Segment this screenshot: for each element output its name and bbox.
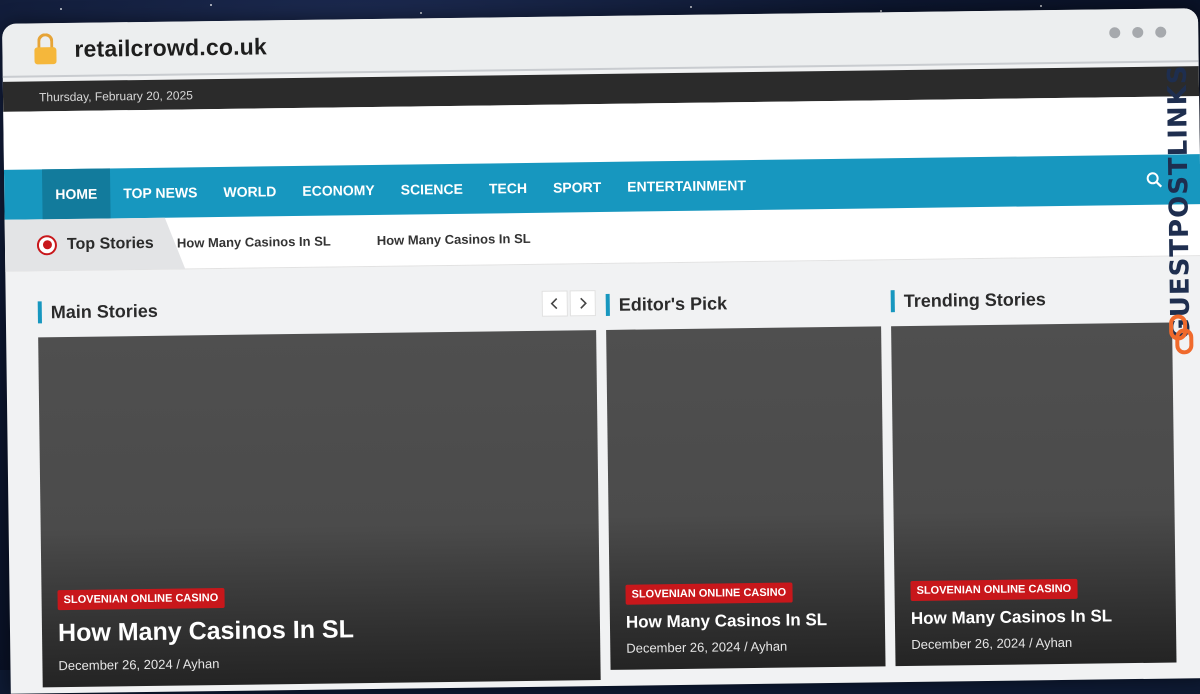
story-title[interactable]: How Many Casinos In SL — [626, 609, 873, 633]
main-stories-column: Main Stories SLOVENIAN ONLINE CASINO How… — [38, 292, 601, 687]
ticker-header: Top Stories — [5, 217, 186, 271]
chevron-left-icon[interactable] — [542, 290, 568, 316]
stories-content: Main Stories SLOVENIAN ONLINE CASINO How… — [5, 256, 1200, 688]
story-card[interactable]: SLOVENIAN ONLINE CASINO How Many Casinos… — [606, 326, 885, 670]
story-author[interactable]: Ayhan — [183, 656, 220, 671]
story-author[interactable]: Ayhan — [1035, 635, 1072, 650]
watermark-text: GUESTPOSTLINKS — [1163, 64, 1197, 340]
ticker-track: How Many Casinos In SL How Many Casinos … — [177, 230, 577, 250]
search-icon[interactable] — [1146, 172, 1162, 188]
story-meta: December 26, 2024 / Ayhan — [911, 634, 1164, 652]
guestpostlinks-watermark: GUESTPOSTLINKS — [1161, 64, 1199, 364]
story-title[interactable]: How Many Casinos In SL — [911, 605, 1164, 629]
story-card-info: SLOVENIAN ONLINE CASINO How Many Casinos… — [910, 577, 1164, 652]
current-date: Thursday, February 20, 2025 — [39, 88, 193, 104]
window-dot-icon[interactable] — [1155, 27, 1166, 38]
nav-item-top-news[interactable]: TOP NEWS — [110, 167, 211, 218]
story-card-info: SLOVENIAN ONLINE CASINO How Many Casinos… — [57, 583, 588, 673]
story-card[interactable]: SLOVENIAN ONLINE CASINO How Many Casinos… — [38, 330, 601, 687]
nav-item-world[interactable]: WORLD — [210, 166, 290, 217]
story-meta: December 26, 2024 / Ayhan — [626, 637, 873, 655]
story-card[interactable]: SLOVENIAN ONLINE CASINO How Many Casinos… — [891, 323, 1176, 667]
nav-item-home[interactable]: HOME — [42, 168, 111, 219]
ticker-item[interactable]: How Many Casinos In SL — [377, 231, 531, 248]
section-title: Trending Stories — [904, 289, 1046, 312]
trending-stories-column: Trending Stories SLOVENIAN ONLINE CASINO… — [891, 285, 1177, 677]
nav-item-sport[interactable]: SPORT — [540, 162, 615, 213]
window-dot-icon[interactable] — [1109, 27, 1120, 38]
window-dot-icon[interactable] — [1132, 27, 1143, 38]
section-header: Trending Stories — [891, 285, 1172, 315]
section-title: Main Stories — [51, 300, 158, 322]
slider-controls — [542, 290, 596, 317]
nav-item-entertainment[interactable]: ENTERTAINMENT — [614, 160, 759, 212]
section-header: Editor's Pick — [606, 288, 881, 318]
url-text[interactable]: retailcrowd.co.uk — [74, 33, 267, 63]
category-badge[interactable]: SLOVENIAN ONLINE CASINO — [910, 578, 1077, 600]
lock-icon — [34, 39, 56, 65]
nav-item-science[interactable]: SCIENCE — [387, 164, 476, 215]
chevron-right-icon[interactable] — [570, 290, 596, 316]
nav-item-economy[interactable]: ECONOMY — [289, 165, 388, 216]
section-header: Main Stories — [38, 292, 596, 325]
ticker-item[interactable]: How Many Casinos In SL — [177, 234, 331, 251]
category-badge[interactable]: SLOVENIAN ONLINE CASINO — [625, 582, 792, 604]
editors-pick-column: Editor's Pick SLOVENIAN ONLINE CASINO Ho… — [606, 288, 886, 680]
link-logo-icon — [1167, 314, 1196, 354]
section-accent-bar — [606, 294, 610, 316]
ticker-title: Top Stories — [67, 234, 154, 253]
story-date[interactable]: December 26, 2024 — [626, 639, 740, 655]
section-title: Editor's Pick — [619, 293, 728, 315]
record-icon — [37, 235, 57, 255]
nav-item-tech[interactable]: TECH — [476, 163, 541, 214]
story-title[interactable]: How Many Casinos In SL — [58, 611, 588, 648]
story-date[interactable]: December 26, 2024 — [58, 657, 172, 673]
story-card-info: SLOVENIAN ONLINE CASINO How Many Casinos… — [625, 581, 873, 656]
story-date[interactable]: December 26, 2024 — [911, 635, 1025, 651]
section-accent-bar — [891, 290, 895, 312]
section-accent-bar — [38, 301, 42, 323]
story-author[interactable]: Ayhan — [750, 639, 787, 654]
category-badge[interactable]: SLOVENIAN ONLINE CASINO — [57, 588, 224, 610]
window-controls — [1109, 27, 1166, 39]
browser-window: retailcrowd.co.uk Thursday, February 20,… — [2, 8, 1200, 694]
